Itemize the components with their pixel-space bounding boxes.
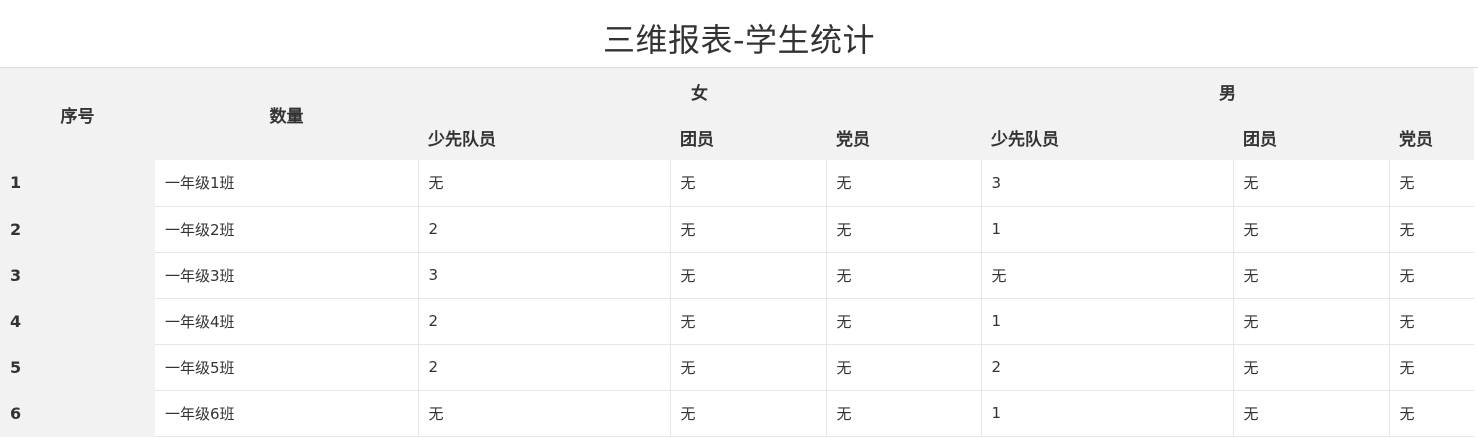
cell-male-pioneer: 1 bbox=[980, 298, 1234, 345]
cell-male-pioneer: 1 bbox=[980, 390, 1234, 437]
cell-female-league: 无 bbox=[669, 252, 826, 299]
cell-male-party: 无 bbox=[1388, 344, 1475, 391]
header-count: 数量 bbox=[155, 68, 418, 160]
cell-female-party: 无 bbox=[825, 344, 982, 391]
header-male-league: 团员 bbox=[1233, 114, 1390, 160]
row-class-name: 一年级5班 bbox=[155, 344, 418, 391]
table-row: 1 一年级1班无无无 3 无无 bbox=[0, 160, 1475, 207]
row-class-name: 一年级1班 bbox=[155, 160, 418, 207]
cell-male-party: 无 bbox=[1388, 160, 1475, 207]
cell-female-party: 无 bbox=[825, 390, 982, 437]
cell-male-league: 无 bbox=[1232, 252, 1390, 299]
cell-female-party: 无 bbox=[825, 252, 982, 299]
cell-female-pioneer: 无 bbox=[417, 160, 670, 207]
cell-male-party: 无 bbox=[1388, 390, 1475, 437]
cell-male-league: 无 bbox=[1232, 206, 1390, 253]
cell-female-party: 无 bbox=[825, 298, 982, 345]
cell-male-pioneer: 1 bbox=[980, 206, 1234, 253]
cell-male-league: 无 bbox=[1232, 344, 1390, 391]
cell-male-party: 无 bbox=[1388, 252, 1475, 299]
cell-male-pioneer: 2 bbox=[980, 344, 1234, 391]
table-row: 5 一年级5班 2 无无 2 无无 bbox=[0, 344, 1475, 391]
cell-female-pioneer: 无 bbox=[417, 390, 670, 437]
row-seq: 4 bbox=[0, 298, 155, 345]
table-row: 3 一年级3班 3 无无无无无 bbox=[0, 252, 1475, 299]
page-title: 三维报表-学生统计 bbox=[602, 20, 876, 59]
row-seq: 6 bbox=[0, 390, 155, 437]
table-row: 4 一年级4班 2 无无 1 无无 bbox=[0, 298, 1475, 345]
row-seq: 5 bbox=[0, 344, 155, 391]
row-seq: 2 bbox=[0, 206, 155, 253]
row-seq: 3 bbox=[0, 252, 155, 299]
cell-female-pioneer: 2 bbox=[417, 298, 670, 345]
header-male-party: 党员 bbox=[1389, 114, 1475, 160]
header-female: 女 bbox=[418, 68, 982, 114]
cell-male-league: 无 bbox=[1232, 160, 1390, 207]
header-seq: 序号 bbox=[0, 68, 155, 160]
table-header: 序号 数量 女 男 少先队员 团员 党员 少先队员 团员 党员 bbox=[0, 68, 1475, 160]
title-bar: 三维报表-学生统计 bbox=[0, 0, 1478, 68]
header-female-league: 团员 bbox=[670, 114, 826, 160]
header-male-pioneer: 少先队员 bbox=[981, 114, 1234, 160]
header-female-party: 党员 bbox=[826, 114, 982, 160]
cell-male-party: 无 bbox=[1388, 206, 1475, 253]
cell-female-league: 无 bbox=[669, 160, 826, 207]
cell-male-pioneer: 无 bbox=[980, 252, 1234, 299]
table-row: 2 一年级2班 2 无无 1 无无 bbox=[0, 206, 1475, 253]
cell-male-league: 无 bbox=[1232, 298, 1390, 345]
row-class-name: 一年级4班 bbox=[155, 298, 418, 345]
header-female-pioneer: 少先队员 bbox=[418, 114, 670, 160]
row-class-name: 一年级6班 bbox=[155, 390, 418, 437]
cell-female-league: 无 bbox=[669, 344, 826, 391]
report-page: 三维报表-学生统计 序号 数量 女 男 少先队员 团员 党员 少先队员 团员 党… bbox=[0, 0, 1478, 438]
cell-female-party: 无 bbox=[825, 160, 982, 207]
cell-female-league: 无 bbox=[669, 298, 826, 345]
table-row: 6 一年级6班无无无 1 无无 bbox=[0, 390, 1475, 437]
cell-male-party: 无 bbox=[1388, 298, 1475, 345]
cell-female-league: 无 bbox=[669, 206, 826, 253]
row-class-name: 一年级3班 bbox=[155, 252, 418, 299]
row-class-name: 一年级2班 bbox=[155, 206, 418, 253]
cell-male-pioneer: 3 bbox=[980, 160, 1234, 207]
cell-female-pioneer: 3 bbox=[417, 252, 670, 299]
cell-female-party: 无 bbox=[825, 206, 982, 253]
cell-female-pioneer: 2 bbox=[417, 344, 670, 391]
header-male: 男 bbox=[981, 68, 1475, 114]
row-seq: 1 bbox=[0, 160, 155, 207]
table-body: 1 一年级1班无无无 3 无无 2 一年级2班 2 无无 1 无无 3 一年级3班 3 无无无无无 4 一年级… bbox=[0, 160, 1475, 437]
student-stats-table: 序号 数量 女 男 少先队员 团员 党员 少先队员 团员 党员 1 一年级1班无无… bbox=[0, 68, 1475, 437]
cell-male-league: 无 bbox=[1232, 390, 1390, 437]
cell-female-pioneer: 2 bbox=[417, 206, 670, 253]
cell-female-league: 无 bbox=[669, 390, 826, 437]
